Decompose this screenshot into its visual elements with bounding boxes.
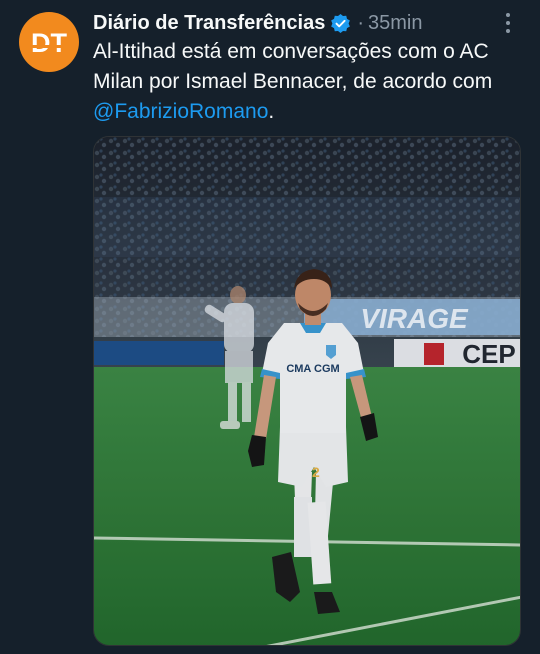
mention-link[interactable]: @FabrizioRomano <box>93 100 268 123</box>
tweet-header: Diário de Transferências · 35min <box>93 9 522 37</box>
tweet-text-end: . <box>268 100 275 123</box>
verified-badge-icon <box>330 13 351 34</box>
avatar-stripe <box>32 45 66 48</box>
author-name[interactable]: Diário de Transferências <box>93 12 325 35</box>
football-player-photo: VIRAGE CEP 2 CMA CGM <box>94 137 520 645</box>
tweet-media-photo[interactable]: VIRAGE CEP 2 CMA CGM <box>93 136 521 646</box>
tweet-timestamp[interactable]: 35min <box>368 12 422 35</box>
tweet-text-body: Al-Ittihad está em conversações com o AC… <box>93 40 493 93</box>
avatar-logo: DT <box>31 28 67 58</box>
author-avatar[interactable]: DT <box>19 12 79 72</box>
tweet-text: Al-Ittihad está em conversações com o AC… <box>93 37 523 127</box>
more-options-icon[interactable] <box>498 13 518 33</box>
avatar-initials: DT <box>31 28 67 58</box>
separator-dot: · <box>357 11 364 34</box>
